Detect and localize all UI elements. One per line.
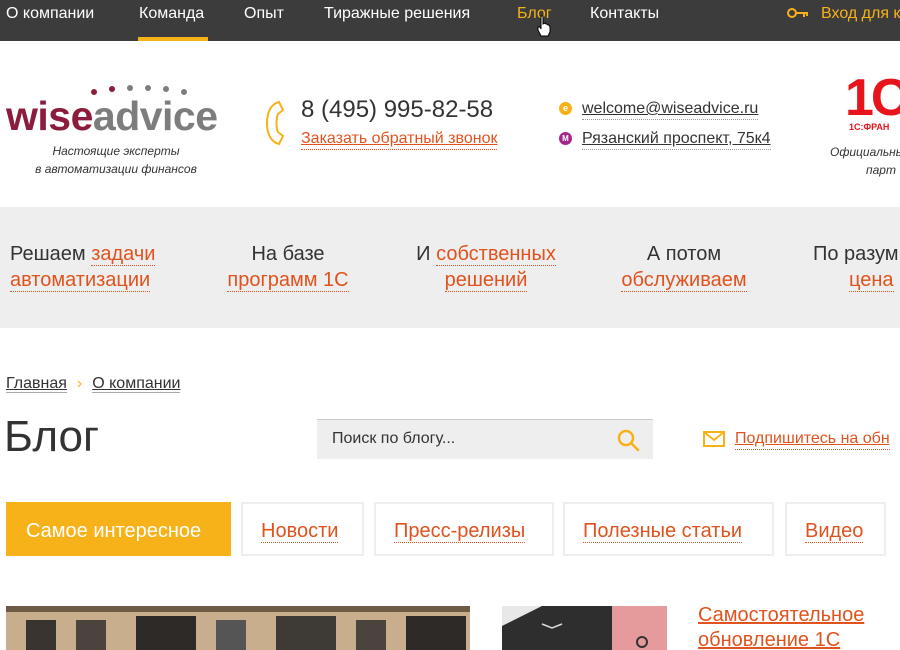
breadcrumb-current[interactable]: О компании (92, 375, 181, 393)
breadcrumb-separator-icon: › (76, 375, 83, 392)
filter-news-label: Новости (261, 520, 339, 543)
filter-useful-articles[interactable]: Полезные статьи (563, 502, 774, 556)
filter-press-releases[interactable]: Пресс-релизы (374, 502, 554, 556)
band-item-tasks-plain: Решаем (10, 243, 92, 265)
blog-search (317, 419, 653, 459)
logo-wordmark: wiseadvice (6, 94, 218, 138)
login-label: Вход для к (821, 5, 900, 22)
callback-link[interactable]: Заказать обратный звонок (301, 129, 498, 150)
band-item-price: По разум цена (813, 241, 899, 293)
nav-item-solutions[interactable]: Тиражные решения (324, 0, 470, 41)
address-link[interactable]: Рязанский проспект, 75к4 (582, 128, 771, 150)
subscribe-link[interactable]: Подпишитесь на обн (735, 429, 890, 450)
envelope-icon (703, 431, 725, 447)
filter-press-releases-label: Пресс-релизы (394, 520, 526, 543)
top-navigation: О компании Команда Опыт Тиражные решения… (0, 0, 900, 41)
value-proposition-band: Решаем задачи автоматизации На базе прог… (0, 207, 900, 328)
partner-logo-sub: 1С:ФРАН (849, 122, 890, 132)
band-item-price-link[interactable]: цена (849, 269, 894, 292)
phone-icon (265, 100, 285, 146)
breadcrumb-home[interactable]: Главная (6, 375, 67, 393)
logo-tagline: Настоящие эксперты в автоматизации финан… (6, 142, 226, 178)
band-item-service-plain: А потом (646, 243, 722, 265)
article-title[interactable]: Самостоятельное обновление 1С (698, 603, 900, 650)
phone-number[interactable]: 8 (495) 995-82-58 (301, 96, 493, 124)
band-item-automation-link[interactable]: автоматизации (10, 269, 151, 292)
band-item-own-plain: И (416, 243, 437, 265)
band-item-1c-plain: На базе (251, 243, 325, 265)
logo-part-wise: wise (6, 93, 93, 139)
band-item-tasks-link[interactable]: задачи (91, 243, 156, 266)
band-item-service: А потом обслуживаем (614, 241, 754, 293)
band-item-tasks: Решаем задачи автоматизации (10, 241, 156, 293)
filter-most-interesting-label: Самое интересное (26, 520, 202, 542)
partner-caption: Официальны парт (830, 143, 900, 179)
partner-logo-mark: 1С (845, 72, 900, 127)
partner-1c-logo[interactable]: 1С 1С:ФРАН (845, 72, 900, 132)
band-item-1c-link[interactable]: программ 1С (227, 269, 349, 292)
page-title: Блог (4, 412, 100, 461)
company-logo[interactable]: wiseadvice Настоящие эксперты в автомати… (6, 82, 228, 178)
logo-part-advice: advice (92, 93, 218, 139)
band-item-own-link[interactable]: собственных (436, 243, 556, 266)
filter-video[interactable]: Видео (785, 502, 886, 556)
building-photo-icon (6, 606, 470, 650)
nav-item-contacts[interactable]: Контакты (590, 0, 659, 41)
nav-item-team[interactable]: Команда (139, 0, 204, 41)
band-item-solutions-link[interactable]: решений (444, 269, 528, 292)
filter-video-label: Видео (805, 520, 864, 543)
filter-most-interesting[interactable]: Самое интересное (6, 502, 231, 556)
hand-cursor-icon (537, 15, 551, 37)
search-input[interactable] (317, 420, 607, 458)
band-item-price-plain: По разум (813, 243, 899, 265)
nav-item-about[interactable]: О компании (6, 0, 94, 41)
key-icon (787, 8, 808, 18)
search-icon[interactable] (616, 428, 640, 452)
band-item-1c: На базе программ 1С (222, 241, 354, 293)
tagline-line-1: Настоящие эксперты (52, 144, 180, 158)
article-image-building[interactable] (6, 606, 470, 650)
nav-hover-underline (138, 37, 208, 41)
band-item-service-link[interactable]: обслуживаем (621, 269, 747, 292)
filter-news[interactable]: Новости (241, 502, 364, 556)
partner-caption-line-2: парт (866, 163, 896, 177)
article-image-keyboard[interactable] (502, 606, 667, 650)
keyboard-photo-icon (502, 606, 667, 650)
filter-useful-articles-label: Полезные статьи (583, 520, 743, 543)
email-link[interactable]: welcome@wiseadvice.ru (582, 98, 759, 120)
metro-icon: M (559, 132, 572, 145)
band-item-own: И собственных решений (410, 241, 562, 293)
tagline-line-2: в автоматизации финансов (35, 162, 197, 176)
nav-item-experience[interactable]: Опыт (244, 0, 284, 41)
breadcrumb: Главная › О компании (6, 374, 181, 394)
partner-caption-line-1: Официальны (830, 145, 900, 159)
email-icon: e (559, 102, 572, 115)
